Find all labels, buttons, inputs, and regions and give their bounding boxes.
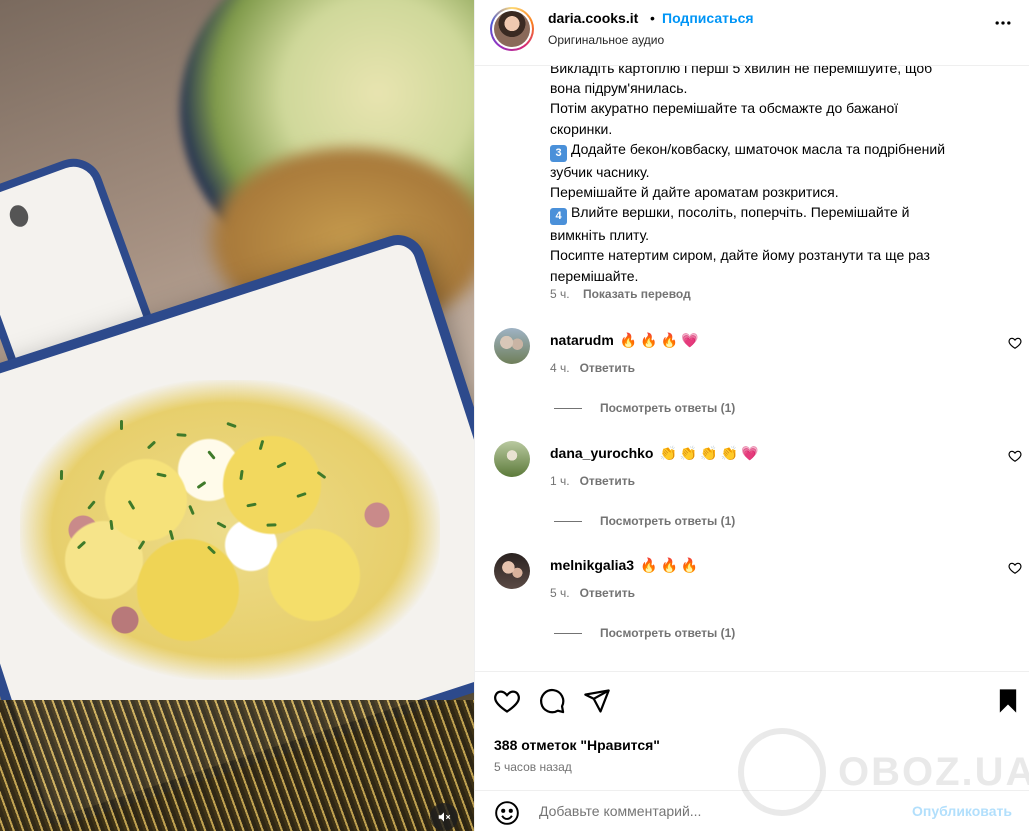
post-footer: 388 отметок "Нравится" 5 часов назад Опу… [475, 671, 1029, 831]
separator-dot: • [650, 10, 655, 26]
author-avatar[interactable] [490, 7, 534, 51]
audio-label[interactable]: Оригинальное аудио [548, 33, 664, 47]
comment-time: 4 ч. [550, 361, 570, 375]
post-details-panel: Викладіть картоплю і перші 5 хвилин не п… [474, 0, 1029, 831]
publish-button[interactable]: Опубликовать [912, 803, 1012, 819]
view-replies-button[interactable]: Посмотреть ответы (1) [554, 401, 735, 415]
like-comment-button[interactable] [1008, 336, 1022, 355]
caption-line: вона підрум'янилась. [550, 80, 688, 97]
comment-username[interactable]: dana_yurochko [550, 445, 653, 461]
emoji-icon [495, 801, 519, 825]
comment-button[interactable] [538, 687, 566, 720]
post-caption: Викладіть картоплю і перші 5 хвилин не п… [550, 58, 1010, 286]
comment-text: 🔥🔥🔥💗 [619, 332, 702, 348]
caption-line: 4 Влийте вершки, посоліть, поперчіть. Пер… [550, 202, 1010, 226]
mute-button[interactable] [430, 803, 458, 831]
heart-icon [494, 690, 520, 713]
comment-username[interactable]: melnikgalia3 [550, 557, 634, 573]
share-button[interactable] [583, 687, 611, 720]
caption-line: зубчик часнику. [550, 163, 650, 180]
reply-button[interactable]: Ответить [580, 474, 635, 488]
caption-time: 5 ч. [550, 287, 570, 301]
more-icon [995, 21, 1011, 25]
heart-icon [1008, 337, 1022, 349]
comment-input[interactable] [539, 803, 899, 819]
comment-username[interactable]: natarudm [550, 332, 614, 348]
post-header: daria.cooks.it • Подписаться Оригинально… [475, 0, 1029, 66]
post-media[interactable] [0, 0, 474, 831]
dill-fleck [59, 469, 64, 481]
comment-time: 1 ч. [550, 474, 570, 488]
keycap-3-icon: 3 [550, 144, 567, 162]
reply-button[interactable]: Ответить [580, 586, 635, 600]
caption-line: скоринки. [550, 120, 613, 137]
bookmark-icon [999, 689, 1017, 713]
heart-icon [1008, 562, 1022, 574]
author-username[interactable]: daria.cooks.it [548, 10, 638, 26]
more-options-button[interactable] [993, 13, 1013, 39]
mute-icon [438, 812, 451, 822]
avatar[interactable] [494, 553, 530, 589]
post-time[interactable]: 5 часов назад [494, 760, 572, 774]
follow-button[interactable]: Подписаться [662, 10, 754, 26]
comment-icon [540, 688, 565, 714]
dill-fleck [176, 433, 187, 437]
heart-icon [1008, 450, 1022, 462]
comment-text: 👏👏👏👏💗 [659, 445, 762, 461]
comments-scroll-area[interactable]: Викладіть картоплю і перші 5 хвилин не п… [475, 0, 1029, 671]
keycap-4-icon: 4 [550, 208, 567, 226]
view-replies-button[interactable]: Посмотреть ответы (1) [554, 626, 735, 640]
save-button[interactable] [994, 687, 1022, 720]
comment-time: 5 ч. [550, 586, 570, 600]
divider [554, 633, 582, 635]
like-comment-button[interactable] [1008, 561, 1022, 580]
like-button[interactable] [493, 687, 521, 720]
caption-line: перемішайте. [550, 267, 639, 284]
caption-meta: 5 ч. Показать перевод [550, 287, 691, 301]
like-comment-button[interactable] [1008, 449, 1022, 468]
share-icon [584, 689, 610, 713]
reply-button[interactable]: Ответить [580, 361, 635, 375]
likes-count[interactable]: 388 отметок "Нравится" [494, 737, 660, 753]
divider [554, 408, 582, 410]
caption-line: вимкніть плиту. [550, 227, 650, 244]
add-comment-row: Опубликовать [475, 790, 1029, 831]
show-translation-link[interactable]: Показать перевод [583, 287, 691, 301]
view-replies-button[interactable]: Посмотреть ответы (1) [554, 514, 735, 528]
caption-line: 3 Додайте бекон/ковбаску, шматочок масла … [550, 139, 1010, 162]
caption-line: Потім акуратно перемішайте та обсмажте д… [550, 100, 899, 117]
dill-fleck [266, 523, 277, 527]
gold-tray [0, 700, 474, 831]
emoji-button[interactable] [494, 800, 520, 831]
avatar[interactable] [494, 441, 530, 477]
divider [554, 521, 582, 523]
caption-line: Посипте натертим сиром, дайте йому розта… [550, 247, 930, 264]
comment-text: 🔥🔥🔥 [640, 557, 702, 573]
caption-line: Перемішайте й дайте ароматам розкритися. [550, 184, 839, 201]
avatar[interactable] [494, 328, 530, 364]
dill-fleck [120, 420, 123, 430]
